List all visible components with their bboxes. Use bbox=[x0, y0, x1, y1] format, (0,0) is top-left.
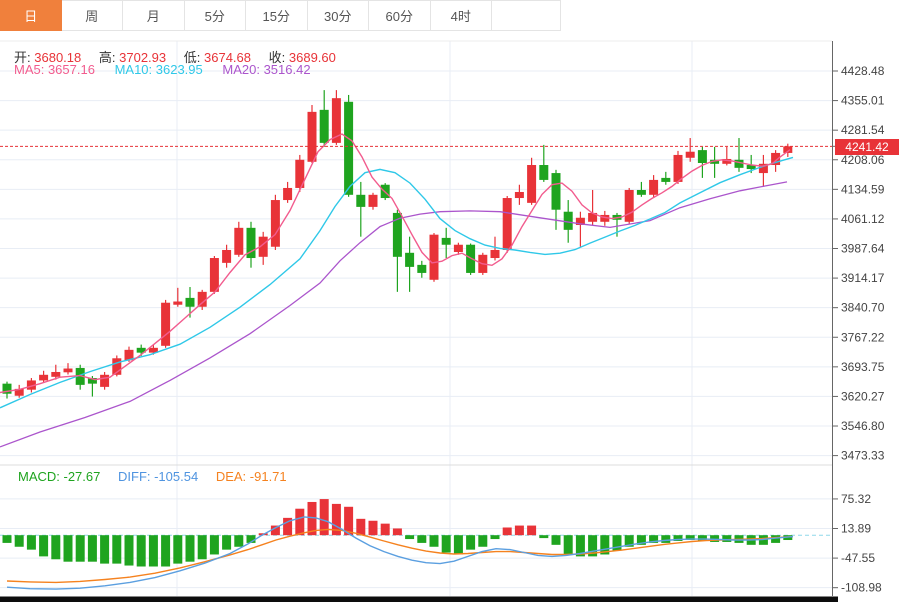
tab-interval-日[interactable]: 日 bbox=[0, 0, 62, 31]
tab-interval-月[interactable]: 月 bbox=[123, 0, 185, 31]
axis-label: -47.55 bbox=[841, 551, 875, 565]
axis-label: 75.32 bbox=[841, 492, 871, 506]
bottom-edge-bar bbox=[0, 596, 838, 602]
tab-interval-4时[interactable]: 4时 bbox=[430, 0, 492, 31]
axis-label: 3914.17 bbox=[841, 271, 885, 285]
diff-value: DIFF: -105.54 bbox=[118, 469, 199, 484]
candlestick-series[interactable] bbox=[2, 90, 793, 399]
price-axis: 4428.484355.014281.544208.064134.594061.… bbox=[832, 41, 885, 596]
axis-label: 3693.75 bbox=[841, 360, 885, 374]
axis-label: 3473.33 bbox=[841, 449, 885, 463]
axis-label: 4281.54 bbox=[841, 123, 885, 137]
tab-interval-周[interactable]: 周 bbox=[61, 0, 123, 31]
tab-interval-60分[interactable]: 60分 bbox=[369, 0, 431, 31]
axis-label: 3767.22 bbox=[841, 330, 885, 344]
axis-label: 3840.70 bbox=[841, 301, 885, 315]
kline-chart-window: { "tabs": {"items": [ {"label": "日", "se… bbox=[0, 0, 909, 602]
macd-readout: MACD: -27.67 DIFF: -105.54 DEA: -91.71 bbox=[18, 469, 301, 484]
axis-label: 3620.27 bbox=[841, 389, 885, 403]
axis-label: 13.89 bbox=[841, 522, 871, 536]
tab-interval-30分[interactable]: 30分 bbox=[307, 0, 369, 31]
chart-canvas[interactable]: 4428.484355.014281.544208.064134.594061.… bbox=[0, 0, 909, 602]
tab-interval-15分[interactable]: 15分 bbox=[246, 0, 308, 31]
tab-bar-filler bbox=[492, 0, 561, 31]
axis-label: 4428.48 bbox=[841, 64, 885, 78]
ma10-value: MA10: 3623.95 bbox=[114, 62, 203, 77]
axis-label: 3546.80 bbox=[841, 419, 885, 433]
current-price-tag: 4241.42 bbox=[835, 139, 899, 155]
axis-label: 4355.01 bbox=[841, 94, 885, 108]
axis-label: 4061.12 bbox=[841, 212, 885, 226]
dea-value: DEA: -91.71 bbox=[215, 469, 287, 484]
ma20-value: MA20: 3516.42 bbox=[222, 62, 311, 77]
tab-interval-5分[interactable]: 5分 bbox=[184, 0, 246, 31]
macd-value: MACD: -27.67 bbox=[18, 469, 101, 484]
ma-readout: MA5: 3657.16 MA10: 3623.95 MA20: 3516.42 bbox=[14, 62, 327, 77]
interval-tab-bar: 日周月 5分 15分 30分 60分 4时 bbox=[0, 0, 561, 33]
axis-label: 4134.59 bbox=[841, 182, 885, 196]
axis-label: -108.98 bbox=[841, 581, 882, 595]
ma5-value: MA5: 3657.16 bbox=[14, 62, 95, 77]
grid-lines bbox=[0, 40, 832, 596]
axis-label: 3987.64 bbox=[841, 242, 885, 256]
